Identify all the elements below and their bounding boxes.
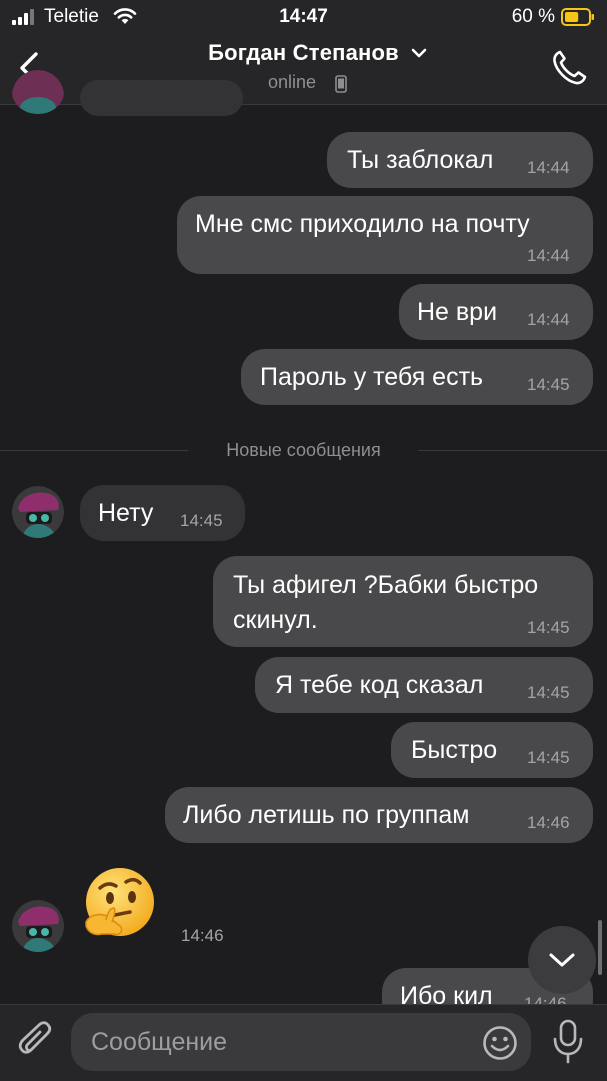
avatar-image: [12, 900, 64, 952]
message-bubble-outgoing[interactable]: Ты афигел ?Бабки быстро скинул. 14:45: [213, 556, 593, 647]
message-text: Нету: [98, 499, 154, 527]
scrollbar[interactable]: [598, 920, 602, 975]
message-text: Либо летишь по группам: [183, 801, 470, 829]
battery-level-fill: [565, 12, 579, 22]
status-bar: Teletie 14:47 60 %: [0, 0, 607, 34]
emoji-icon[interactable]: [482, 1025, 518, 1061]
message-text: Ты заблокал: [347, 146, 494, 174]
message-input[interactable]: [71, 1013, 531, 1071]
mobile-phone-icon: [335, 75, 347, 93]
message-text: Пароль у тебя есть: [260, 363, 484, 391]
message-composer: [0, 1004, 607, 1081]
message-time: 14:46: [181, 926, 224, 945]
message-text: Мне смс приходило на почту: [195, 210, 530, 238]
contact-status: online: [268, 72, 317, 92]
scroll-down-button[interactable]: [528, 926, 596, 994]
message-time: 14:45: [527, 375, 570, 394]
message-bubble-outgoing[interactable]: Ты заблокал 14:44: [327, 132, 593, 188]
message-text: Быстро: [411, 736, 498, 764]
microphone-icon[interactable]: [552, 1019, 584, 1065]
phone-call-icon[interactable]: [549, 48, 589, 88]
message-text: Не ври: [417, 298, 498, 326]
message-time: 14:45: [527, 618, 570, 637]
message-time: 14:44: [527, 246, 570, 265]
new-messages-divider: Новые сообщения: [226, 440, 381, 460]
message-bubble-outgoing[interactable]: Мне смс приходило на почту 14:44: [177, 196, 593, 274]
chevron-down-icon[interactable]: [410, 46, 428, 60]
message-time: 14:44: [527, 158, 570, 177]
thinking-face-emoji[interactable]: [80, 864, 160, 944]
message-text-line2: скинул.: [233, 606, 318, 634]
message-bubble-outgoing[interactable]: Не ври 14:44: [399, 284, 593, 340]
avatar-image: [12, 70, 64, 114]
battery-percent: 60 %: [511, 6, 555, 27]
message-bubble-incoming[interactable]: Нету 14:45: [80, 485, 245, 541]
message-time: 14:45: [527, 683, 570, 702]
chevron-down-icon: [549, 953, 575, 967]
message-bubble-outgoing[interactable]: Пароль у тебя есть 14:45: [241, 349, 593, 405]
avatar[interactable]: [12, 70, 64, 114]
message-text: Я тебе код сказал: [275, 671, 484, 699]
message-text: Ты афигел ?Бабки быстро: [233, 571, 539, 599]
incoming-bubble-partial: [80, 80, 243, 116]
avatar[interactable]: [12, 486, 64, 538]
message-time: 14:46: [527, 813, 570, 832]
message-time: 14:44: [527, 310, 570, 329]
message-time: 14:45: [527, 748, 570, 767]
avatar[interactable]: [12, 900, 64, 952]
paperclip-icon[interactable]: [16, 1021, 56, 1063]
avatar-image: [12, 486, 64, 538]
message-time: 14:45: [180, 511, 223, 530]
message-bubble-outgoing[interactable]: Я тебе код сказал 14:45: [255, 657, 593, 713]
message-bubble-outgoing[interactable]: Быстро 14:45: [391, 722, 593, 778]
message-bubble-outgoing[interactable]: Либо летишь по группам 14:46: [165, 787, 593, 843]
contact-name[interactable]: Богдан Степанов: [0, 40, 607, 66]
battery-icon: [561, 8, 594, 26]
